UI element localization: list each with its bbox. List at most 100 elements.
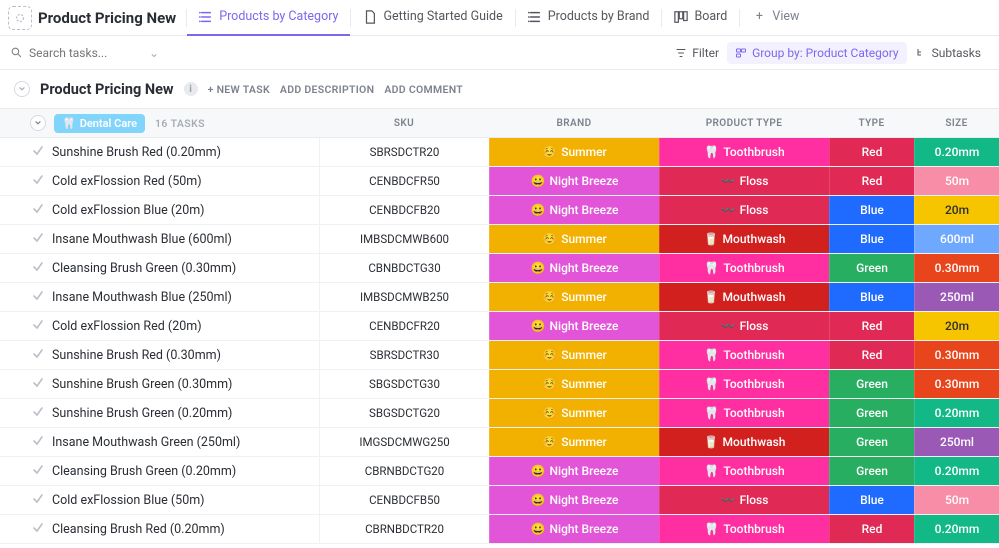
- cell-sku[interactable]: IMBSDCMWB600: [319, 225, 489, 253]
- tab-getting-started-guide[interactable]: Getting Started Guide: [351, 0, 514, 36]
- cell-size[interactable]: 0.20mm: [914, 457, 999, 485]
- check-icon[interactable]: [32, 348, 44, 363]
- cell-sku[interactable]: CENBDCFR20: [319, 312, 489, 340]
- cell-product-type[interactable]: 🦷Toothbrush: [659, 457, 829, 485]
- cell-sku[interactable]: SBRSDCTR30: [319, 341, 489, 369]
- table-row[interactable]: Insane Mouthwash Green (250ml)IMGSDCMWG2…: [0, 428, 999, 457]
- table-row[interactable]: Sunshine Brush Red (0.30mm)SBRSDCTR30☺️S…: [0, 341, 999, 370]
- task-name[interactable]: Cold exFlossion Blue (50m): [52, 486, 319, 514]
- cell-sku[interactable]: IMGSDCMWG250: [319, 428, 489, 456]
- cell-brand[interactable]: 😀Night Breeze: [489, 167, 659, 195]
- task-name[interactable]: Insane Mouthwash Blue (600ml): [52, 225, 319, 253]
- task-name[interactable]: Cleansing Brush Green (0.30mm): [52, 254, 319, 282]
- task-name[interactable]: Sunshine Brush Red (0.20mm): [52, 138, 319, 166]
- filter-button[interactable]: Filter: [667, 42, 727, 64]
- cell-type[interactable]: Green: [829, 370, 914, 398]
- cell-brand[interactable]: 😀Night Breeze: [489, 312, 659, 340]
- cell-type[interactable]: Red: [829, 341, 914, 369]
- check-icon[interactable]: [32, 319, 44, 334]
- cell-type[interactable]: Blue: [829, 196, 914, 224]
- cell-size[interactable]: 0.20mm: [914, 399, 999, 427]
- col-header-type[interactable]: TYPE: [829, 118, 914, 129]
- group-badge[interactable]: 🦷 Dental Care: [54, 114, 145, 133]
- cell-brand[interactable]: 😀Night Breeze: [489, 515, 659, 543]
- check-icon[interactable]: [32, 493, 44, 508]
- table-row[interactable]: Sunshine Brush Green (0.20mm)SBGSDCTG20☺…: [0, 399, 999, 428]
- task-name[interactable]: Sunshine Brush Green (0.30mm): [52, 370, 319, 398]
- add-description-button[interactable]: ADD DESCRIPTION: [280, 83, 374, 96]
- cell-type[interactable]: Blue: [829, 225, 914, 253]
- cell-product-type[interactable]: 🦷Toothbrush: [659, 515, 829, 543]
- cell-sku[interactable]: CBNBDCTG30: [319, 254, 489, 282]
- cell-sku[interactable]: CENBDCFB50: [319, 486, 489, 514]
- cell-type[interactable]: Red: [829, 515, 914, 543]
- cell-brand[interactable]: 😀Night Breeze: [489, 486, 659, 514]
- search-wrap[interactable]: ⌄: [10, 46, 159, 60]
- table-row[interactable]: Cleansing Brush Green (0.30mm)CBNBDCTG30…: [0, 254, 999, 283]
- info-icon[interactable]: i: [184, 82, 198, 96]
- task-name[interactable]: Sunshine Brush Red (0.30mm): [52, 341, 319, 369]
- check-icon[interactable]: [32, 232, 44, 247]
- col-header-sku[interactable]: SKU: [319, 118, 489, 129]
- task-name[interactable]: Insane Mouthwash Blue (250ml): [52, 283, 319, 311]
- cell-product-type[interactable]: 〰️Floss: [659, 486, 829, 514]
- task-name[interactable]: Insane Mouthwash Green (250ml): [52, 428, 319, 456]
- cell-type[interactable]: Red: [829, 167, 914, 195]
- cell-size[interactable]: 50m: [914, 486, 999, 514]
- cell-brand[interactable]: ☺️Summer: [489, 283, 659, 311]
- cell-type[interactable]: Red: [829, 138, 914, 166]
- check-icon[interactable]: [32, 174, 44, 189]
- cell-product-type[interactable]: 🥛Mouthwash: [659, 225, 829, 253]
- cell-size[interactable]: 0.30mm: [914, 254, 999, 282]
- cell-product-type[interactable]: 🦷Toothbrush: [659, 399, 829, 427]
- cell-size[interactable]: 0.30mm: [914, 370, 999, 398]
- table-row[interactable]: Cold exFlossion Red (50m)CENBDCFR50😀Nigh…: [0, 167, 999, 196]
- check-icon[interactable]: [32, 377, 44, 392]
- cell-brand[interactable]: 😀Night Breeze: [489, 457, 659, 485]
- group-collapse-button[interactable]: [30, 115, 46, 131]
- cell-sku[interactable]: CBRNBDCTG20: [319, 457, 489, 485]
- check-icon[interactable]: [32, 145, 44, 160]
- check-icon[interactable]: [32, 203, 44, 218]
- check-icon[interactable]: [32, 435, 44, 450]
- task-name[interactable]: Cold exFlossion Blue (20m): [52, 196, 319, 224]
- cell-type[interactable]: Green: [829, 457, 914, 485]
- cell-size[interactable]: 20m: [914, 196, 999, 224]
- chevron-down-icon[interactable]: ⌄: [149, 46, 159, 60]
- cell-sku[interactable]: CBRNBDCTR20: [319, 515, 489, 543]
- check-icon[interactable]: [32, 464, 44, 479]
- cell-product-type[interactable]: 〰️Floss: [659, 167, 829, 195]
- cell-brand[interactable]: ☺️Summer: [489, 225, 659, 253]
- task-name[interactable]: Cleansing Brush Green (0.20mm): [52, 457, 319, 485]
- col-header-ptype[interactable]: PRODUCT TYPE: [659, 118, 829, 129]
- table-row[interactable]: Cold exFlossion Red (20m)CENBDCFR20😀Nigh…: [0, 312, 999, 341]
- cell-product-type[interactable]: 〰️Floss: [659, 196, 829, 224]
- table-row[interactable]: Sunshine Brush Red (0.20mm)SBRSDCTR20☺️S…: [0, 138, 999, 167]
- cell-size[interactable]: 0.20mm: [914, 515, 999, 543]
- cell-size[interactable]: 20m: [914, 312, 999, 340]
- check-icon[interactable]: [32, 406, 44, 421]
- table-row[interactable]: Insane Mouthwash Blue (250ml)IMBSDCMWB25…: [0, 283, 999, 312]
- collapse-all-button[interactable]: [14, 81, 30, 97]
- cell-brand[interactable]: ☺️Summer: [489, 399, 659, 427]
- cell-product-type[interactable]: 〰️Floss: [659, 312, 829, 340]
- col-header-brand[interactable]: BRAND: [489, 118, 659, 129]
- col-header-size[interactable]: SIZE: [914, 118, 999, 129]
- cell-sku[interactable]: SBRSDCTR20: [319, 138, 489, 166]
- cell-brand[interactable]: ☺️Summer: [489, 370, 659, 398]
- table-row[interactable]: Sunshine Brush Green (0.30mm)SBGSDCTG30☺…: [0, 370, 999, 399]
- cell-sku[interactable]: IMBSDCMWB250: [319, 283, 489, 311]
- check-icon[interactable]: [32, 522, 44, 537]
- search-input[interactable]: [29, 46, 139, 60]
- cell-product-type[interactable]: 🦷Toothbrush: [659, 254, 829, 282]
- cell-brand[interactable]: ☺️Summer: [489, 428, 659, 456]
- task-name[interactable]: Cold exFlossion Red (20m): [52, 312, 319, 340]
- cell-product-type[interactable]: 🦷Toothbrush: [659, 341, 829, 369]
- cell-type[interactable]: Green: [829, 254, 914, 282]
- cell-product-type[interactable]: 🥛Mouthwash: [659, 428, 829, 456]
- cell-size[interactable]: 0.20mm: [914, 138, 999, 166]
- cell-product-type[interactable]: 🥛Mouthwash: [659, 283, 829, 311]
- tab-board[interactable]: Board: [662, 0, 739, 36]
- new-task-button[interactable]: + NEW TASK: [208, 83, 270, 96]
- cell-brand[interactable]: ☺️Summer: [489, 341, 659, 369]
